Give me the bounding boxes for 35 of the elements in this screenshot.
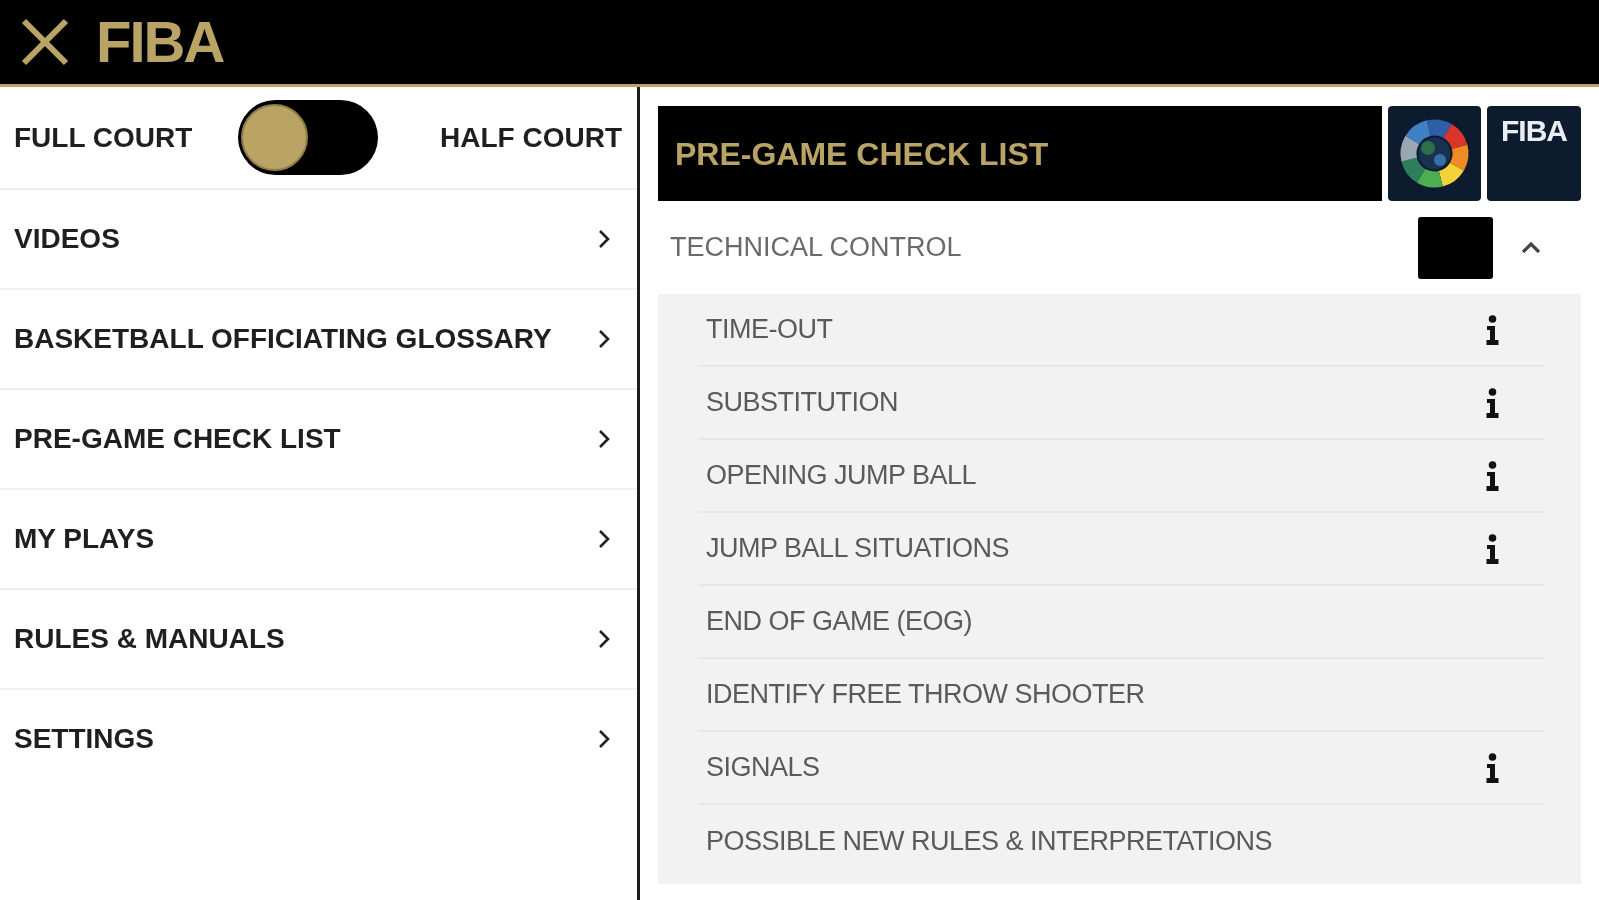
panel-title: PRE-GAME CHECK LIST [675, 134, 1049, 174]
chevron-right-icon [598, 329, 610, 349]
filled-square-icon [1418, 216, 1493, 279]
menu-item[interactable]: PRE-GAME CHECK LIST [0, 388, 637, 488]
checklist-item[interactable]: IDENTIFY FREE THROW SHOOTER [698, 659, 1545, 732]
close-icon [20, 18, 70, 66]
info-icon[interactable] [1486, 752, 1499, 783]
close-button[interactable] [20, 17, 70, 67]
toggle-label: FULL COURT [14, 120, 193, 155]
menu-item[interactable]: RULES & MANUALS [0, 588, 637, 688]
accordion-header[interactable]: TECHNICAL CONTROL [658, 201, 1581, 294]
chevron-right-icon [598, 529, 610, 549]
chevron-right-icon [598, 229, 610, 249]
globe-logo-icon [1388, 106, 1481, 201]
info-icon[interactable] [1486, 533, 1499, 564]
checklist-item[interactable]: END OF GAME (EOG) [698, 586, 1545, 659]
chevron-right-icon [598, 629, 610, 649]
toggle-label: HALF COURT [440, 120, 622, 155]
checklist-item[interactable]: SIGNALS [698, 732, 1545, 805]
menu-item[interactable]: MY PLAYS [0, 488, 637, 588]
menu-item[interactable]: BASKETBALL OFFICIATING GLOSSARY [0, 288, 637, 388]
chevron-right-icon [598, 429, 610, 449]
info-icon[interactable] [1486, 314, 1499, 345]
checklist-item[interactable]: JUMP BALL SITUATIONS [698, 513, 1545, 586]
chevron-right-icon [598, 729, 610, 749]
checklist-item[interactable]: OPENING JUMP BALL [698, 440, 1545, 513]
info-icon[interactable] [1486, 387, 1499, 418]
brand-logo-text: FIBA [1501, 116, 1567, 146]
checklist-item[interactable]: POSSIBLE NEW RULES & INTERPRETATIONS [698, 805, 1545, 878]
menu-item[interactable]: SETTINGS [0, 688, 637, 788]
logo-text: FIBA [96, 13, 224, 71]
info-icon[interactable] [1486, 460, 1499, 491]
checklist-item[interactable]: TIME-OUT [698, 294, 1545, 367]
checklist-item[interactable]: SUBSTITUTION [698, 367, 1545, 440]
menu-item[interactable]: VIDEOS [0, 188, 637, 288]
